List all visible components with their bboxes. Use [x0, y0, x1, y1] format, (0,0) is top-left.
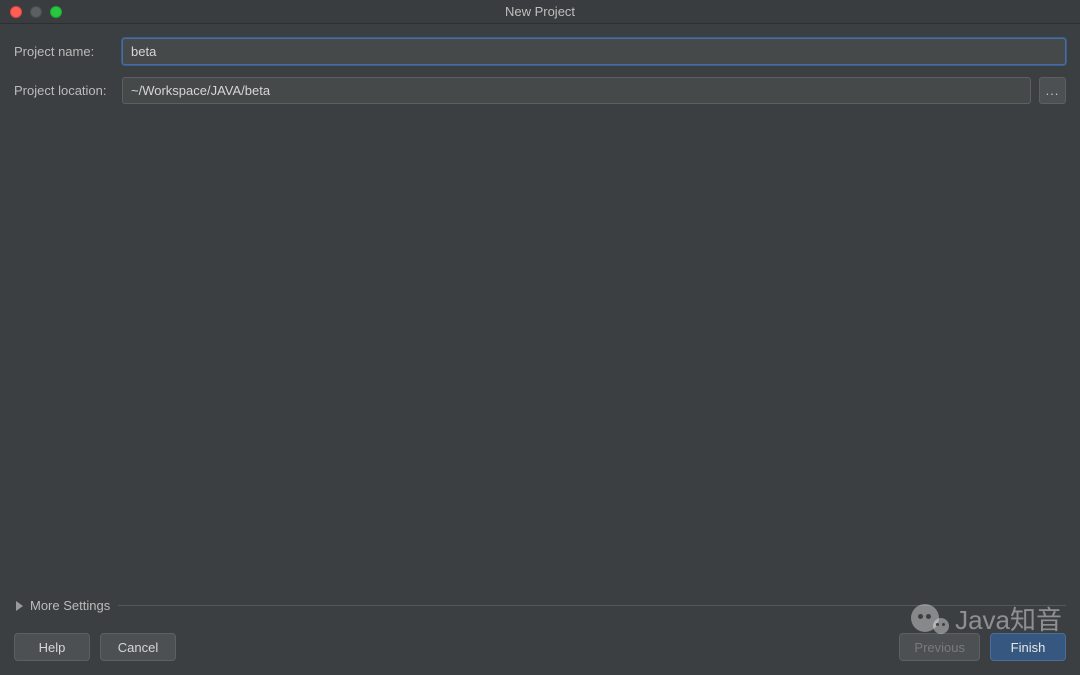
help-button[interactable]: Help [14, 633, 90, 661]
finish-button[interactable]: Finish [990, 633, 1066, 661]
maximize-window-button[interactable] [50, 6, 62, 18]
project-name-label: Project name: [14, 44, 122, 59]
minimize-window-button[interactable] [30, 6, 42, 18]
more-settings-divider [118, 605, 1066, 606]
browse-location-button[interactable]: ... [1039, 77, 1066, 104]
more-settings-toggle[interactable]: More Settings [14, 598, 1066, 619]
project-name-input[interactable] [122, 38, 1066, 65]
close-window-button[interactable] [10, 6, 22, 18]
project-location-row: Project location: ... [14, 77, 1066, 104]
window-title: New Project [0, 4, 1080, 19]
project-location-input[interactable] [122, 77, 1031, 104]
window-controls [0, 6, 62, 18]
cancel-button[interactable]: Cancel [100, 633, 176, 661]
previous-button: Previous [899, 633, 980, 661]
project-location-label: Project location: [14, 83, 122, 98]
project-name-row: Project name: [14, 38, 1066, 65]
chevron-right-icon [14, 600, 26, 612]
content-spacer [14, 116, 1066, 598]
dialog-footer: Help Cancel Previous Finish [0, 619, 1080, 675]
titlebar: New Project [0, 0, 1080, 24]
more-settings-label: More Settings [30, 598, 110, 613]
dialog-content: Project name: Project location: ... More… [0, 24, 1080, 619]
